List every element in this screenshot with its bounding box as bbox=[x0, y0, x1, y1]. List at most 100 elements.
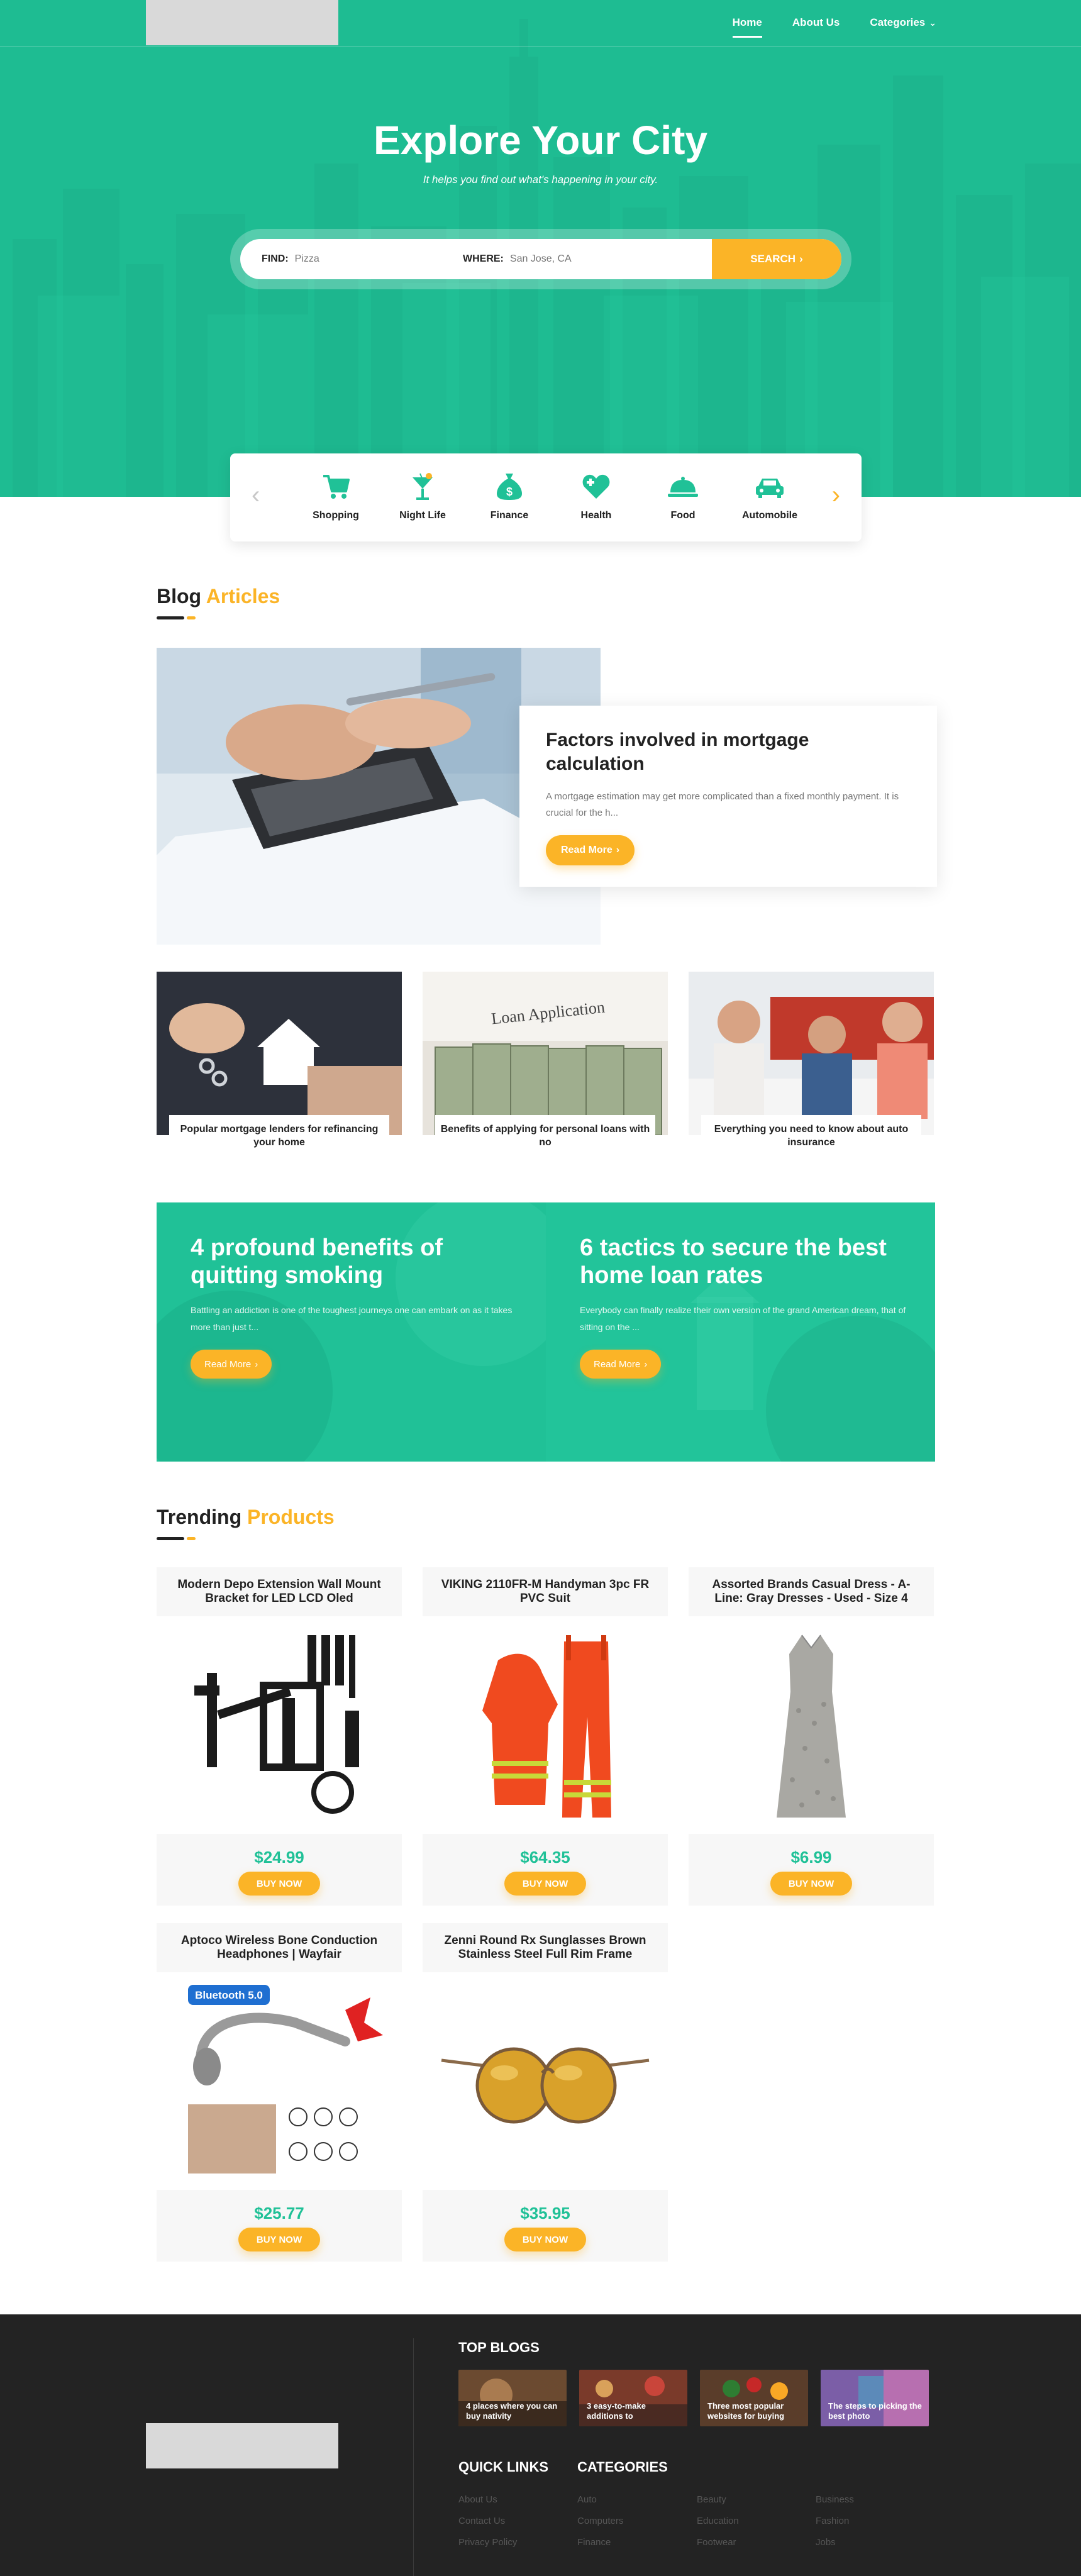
search-button-label: SEARCH bbox=[750, 253, 796, 265]
chevron-down-icon: ⌄ bbox=[929, 18, 936, 28]
food-cloche-icon bbox=[668, 477, 698, 497]
category-slider: ‹ › Shopping Night Life $ Finance Health… bbox=[230, 453, 862, 541]
top-blog-thumb[interactable]: Three most popular websites for buying bbox=[700, 2370, 808, 2426]
product-card[interactable]: VIKING 2110FR-M Handyman 3pc FR PVC Suit… bbox=[423, 1567, 668, 1906]
category-label: Finance bbox=[490, 510, 529, 521]
product-card[interactable]: Aptoco Wireless Bone Conduction Headphon… bbox=[157, 1923, 402, 2262]
category-finance[interactable]: $ Finance bbox=[472, 470, 547, 521]
read-more-label: Read More bbox=[204, 1358, 252, 1370]
where-field: WHERE: bbox=[462, 239, 701, 279]
article-card-auto-insurance[interactable]: Everything you need to know about auto i… bbox=[689, 972, 934, 1153]
nav-home[interactable]: Home bbox=[732, 16, 763, 38]
product-price: $25.77 bbox=[254, 2204, 304, 2223]
top-blog-title: The steps to picking the best photo bbox=[828, 2401, 922, 2421]
product-card[interactable]: Modern Depo Extension Wall Mount Bracket… bbox=[157, 1567, 402, 1906]
article-image: Loan Application bbox=[423, 972, 668, 1135]
footer-category-link[interactable]: Auto bbox=[577, 2494, 597, 2505]
find-input[interactable] bbox=[294, 253, 440, 265]
cocktail-glass-icon bbox=[413, 473, 433, 500]
slider-next-arrow-icon[interactable]: › bbox=[832, 482, 840, 508]
search-button[interactable]: SEARCH › bbox=[712, 239, 841, 279]
top-blog-thumb[interactable]: 3 easy-to-make additions to bbox=[579, 2370, 687, 2426]
buy-now-button[interactable]: BUY NOW bbox=[238, 1872, 320, 1896]
buy-now-button[interactable]: BUY NOW bbox=[770, 1872, 852, 1896]
product-image[interactable] bbox=[689, 1616, 934, 1834]
footer-category-link[interactable]: Computers bbox=[577, 2516, 623, 2526]
gray-dress-image bbox=[689, 1616, 934, 1834]
footer-category-link[interactable]: Business bbox=[816, 2494, 854, 2505]
bluetooth-badge-label: Bluetooth 5.0 bbox=[195, 1989, 263, 2001]
product-image[interactable] bbox=[423, 1972, 668, 2190]
hero-section: Home About Us Categories ⌄ Explore Your C… bbox=[0, 0, 1081, 497]
product-card[interactable]: Assorted Brands Casual Dress - A-Line: G… bbox=[689, 1567, 934, 1906]
product-title[interactable]: Aptoco Wireless Bone Conduction Headphon… bbox=[157, 1923, 402, 1972]
footer-category-link[interactable]: Jobs bbox=[816, 2537, 836, 2548]
banner-title: 6 tactics to secure the best home loan r… bbox=[580, 1235, 887, 1289]
main-nav: Home About Us Categories ⌄ bbox=[732, 16, 936, 38]
footer-logo[interactable] bbox=[146, 2423, 338, 2468]
top-blog-thumb[interactable]: 4 places where you can buy nativity bbox=[458, 2370, 567, 2426]
article-card-personal-loans[interactable]: Loan Application Benefits of applying fo… bbox=[423, 972, 668, 1153]
product-image[interactable] bbox=[423, 1616, 668, 1834]
category-label: Health bbox=[580, 510, 612, 521]
footer-category-link[interactable]: Finance bbox=[577, 2537, 611, 2548]
category-shopping[interactable]: Shopping bbox=[298, 470, 374, 521]
buy-now-button[interactable]: BUY NOW bbox=[238, 2228, 320, 2251]
banner-read-more-button[interactable]: Read More › bbox=[580, 1350, 662, 1379]
product-price: $64.35 bbox=[520, 1848, 570, 1867]
categories-heading: CATEGORIES bbox=[577, 2459, 668, 2475]
banner-home-loan-rates[interactable]: 6 tactics to secure the best home loan r… bbox=[546, 1202, 935, 1462]
footer-link-about-us[interactable]: About Us bbox=[458, 2494, 497, 2505]
product-title[interactable]: VIKING 2110FR-M Handyman 3pc FR PVC Suit bbox=[423, 1567, 668, 1616]
nav-categories[interactable]: Categories ⌄ bbox=[870, 16, 936, 38]
footer-category-link[interactable]: Beauty bbox=[697, 2494, 726, 2505]
product-image[interactable]: Bluetooth 5.0 bbox=[157, 1972, 402, 2190]
category-label: Night Life bbox=[399, 510, 446, 521]
hero-title: Explore Your City bbox=[373, 118, 708, 163]
top-blogs-heading: TOP BLOGS bbox=[458, 2340, 540, 2355]
article-title: Benefits of applying for personal loans … bbox=[435, 1115, 655, 1153]
top-blog-thumb[interactable]: The steps to picking the best photo bbox=[821, 2370, 929, 2426]
banner-excerpt: Battling an addiction is one of the toug… bbox=[191, 1305, 513, 1332]
featured-article-title[interactable]: Factors involved in mortgage calculation bbox=[546, 728, 911, 776]
footer-category-link[interactable]: Fashion bbox=[816, 2516, 849, 2526]
footer-category-link[interactable]: Footwear bbox=[697, 2537, 736, 2548]
top-blog-title: Three most popular websites for buying bbox=[707, 2401, 785, 2421]
where-input[interactable] bbox=[509, 253, 655, 265]
product-title[interactable]: Assorted Brands Casual Dress - A-Line: G… bbox=[689, 1567, 934, 1616]
site-logo[interactable] bbox=[146, 0, 338, 45]
blog-section-heading: Blog Articles bbox=[157, 585, 280, 608]
find-field: FIND: bbox=[240, 239, 462, 279]
tv-wall-mount-image bbox=[157, 1616, 402, 1834]
product-card[interactable]: Zenni Round Rx Sunglasses Brown Stainles… bbox=[423, 1923, 668, 2262]
banner-read-more-button[interactable]: Read More › bbox=[191, 1350, 272, 1379]
product-price: $6.99 bbox=[790, 1848, 832, 1867]
slider-prev-arrow-icon[interactable]: ‹ bbox=[252, 482, 260, 508]
banner-excerpt: Everybody can finally realize their own … bbox=[580, 1305, 906, 1332]
search-bar: FIND: WHERE: SEARCH › bbox=[240, 239, 841, 279]
top-blog-title: 3 easy-to-make additions to bbox=[587, 2401, 646, 2421]
banner-quitting-smoking[interactable]: 4 profound benefits of quitting smoking … bbox=[157, 1202, 546, 1462]
category-food[interactable]: Food bbox=[645, 470, 721, 521]
buy-now-button[interactable]: BUY NOW bbox=[504, 2228, 586, 2251]
product-image[interactable] bbox=[157, 1616, 402, 1834]
product-title[interactable]: Modern Depo Extension Wall Mount Bracket… bbox=[157, 1567, 402, 1616]
article-card-mortgage-lenders[interactable]: Popular mortgage lenders for refinancing… bbox=[157, 972, 402, 1153]
category-night-life[interactable]: Night Life bbox=[385, 470, 460, 521]
car-icon bbox=[756, 479, 784, 498]
featured-read-more-button[interactable]: Read More › bbox=[546, 835, 635, 865]
footer-link-privacy-policy[interactable]: Privacy Policy bbox=[458, 2537, 517, 2548]
article-title: Popular mortgage lenders for refinancing… bbox=[169, 1115, 389, 1153]
category-automobile[interactable]: Automobile bbox=[732, 470, 807, 521]
buy-now-button[interactable]: BUY NOW bbox=[504, 1872, 586, 1896]
article-image bbox=[157, 972, 402, 1135]
chevron-right-icon: › bbox=[644, 1358, 648, 1370]
category-health[interactable]: Health bbox=[558, 470, 634, 521]
footer-category-link[interactable]: Education bbox=[697, 2516, 739, 2526]
product-title[interactable]: Zenni Round Rx Sunglasses Brown Stainles… bbox=[423, 1923, 668, 1972]
heart-health-icon bbox=[582, 474, 610, 499]
read-more-label: Read More bbox=[594, 1358, 641, 1370]
nav-about-us[interactable]: About Us bbox=[792, 16, 840, 38]
footer-link-contact-us[interactable]: Contact Us bbox=[458, 2516, 505, 2526]
chevron-right-icon: › bbox=[616, 845, 620, 855]
